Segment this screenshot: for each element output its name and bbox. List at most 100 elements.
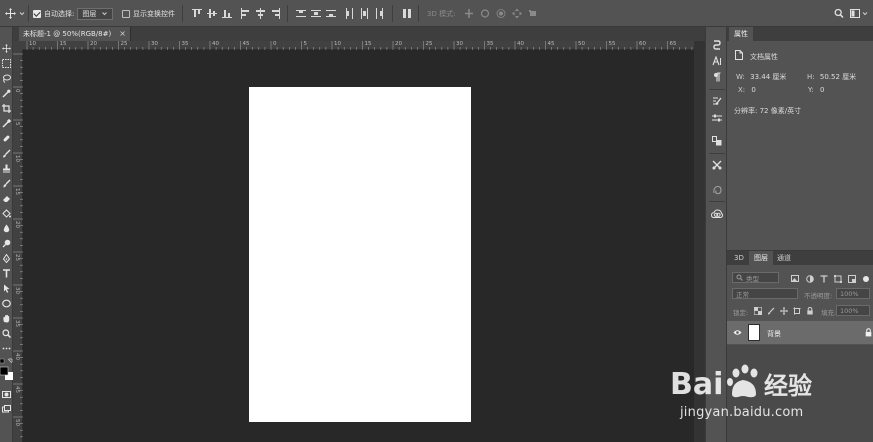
crop-tool-icon[interactable]	[1, 103, 12, 114]
align-horizontal-center-icon[interactable]	[255, 8, 265, 19]
marquee-tool-icon[interactable]	[1, 58, 12, 69]
brush-settings-icon[interactable]	[711, 95, 723, 107]
align-left-icon[interactable]	[240, 8, 250, 19]
layer-row[interactable]: 背景	[727, 321, 873, 344]
align-right-icon[interactable]	[270, 8, 280, 19]
auto-align-layers-icon[interactable]	[402, 8, 412, 19]
show-transform-checkbox[interactable]	[122, 9, 130, 18]
show-transform-option[interactable]: 显示变换控件	[122, 7, 175, 20]
workspace-icon[interactable]	[850, 8, 860, 19]
close-icon[interactable]: ×	[119, 29, 126, 38]
chevron-down-icon[interactable]	[19, 8, 25, 19]
distribute-left-icon[interactable]	[344, 8, 354, 19]
fill-input[interactable]: 100%	[836, 305, 870, 316]
distribute-right-icon[interactable]	[374, 8, 384, 19]
healing-brush-tool-icon[interactable]	[1, 133, 12, 144]
history-panel-icon[interactable]	[711, 39, 723, 51]
ruler-label: 15	[364, 41, 372, 47]
brush-tool-icon[interactable]	[1, 148, 12, 159]
adjustment-filter-icon[interactable]	[805, 274, 814, 283]
tab-layers[interactable]: 图层	[749, 251, 773, 265]
fill-value: 100%	[840, 306, 859, 315]
screen-mode-icon[interactable]	[1, 404, 12, 415]
type-filter-icon[interactable]	[819, 274, 828, 283]
eyedropper-tool-icon[interactable]	[1, 118, 12, 129]
tab-properties[interactable]: 属性	[729, 27, 753, 41]
paragraph-panel-icon[interactable]	[711, 71, 723, 83]
height-value[interactable]: 50.52 厘米	[820, 73, 856, 81]
align-top-icon[interactable]	[192, 8, 202, 19]
ruler-label: 50	[578, 41, 585, 47]
x-row[interactable]: X: 0	[738, 86, 756, 94]
lock-artboard-icon[interactable]	[792, 306, 801, 315]
distribute-bottom-icon[interactable]	[326, 8, 336, 19]
pen-tool-icon[interactable]	[1, 253, 12, 264]
ruler-corner[interactable]	[13, 41, 23, 50]
opacity-input[interactable]: 100%	[836, 288, 870, 299]
y-value[interactable]: 0	[820, 86, 824, 94]
search-icon[interactable]	[834, 8, 844, 19]
document-canvas[interactable]	[249, 87, 471, 422]
dodge-tool-icon[interactable]	[1, 238, 12, 249]
width-value[interactable]: 33.44 厘米	[750, 73, 786, 81]
vertical-ruler[interactable]: 0510152025303540455055	[13, 50, 23, 442]
type-tool-icon[interactable]	[1, 268, 12, 279]
move-tool-icon[interactable]	[5, 8, 16, 19]
ruler-label: 10	[334, 41, 341, 47]
libraries-panel-icon[interactable]	[711, 184, 723, 196]
paw-icon	[727, 364, 758, 398]
blur-tool-icon[interactable]	[1, 223, 12, 234]
distribute-vertical-center-icon[interactable]	[311, 8, 321, 19]
smart-object-filter-icon[interactable]	[847, 274, 856, 283]
auto-select-checkbox[interactable]	[33, 9, 41, 18]
distribute-horizontal-center-icon[interactable]	[359, 8, 369, 19]
shape-filter-icon[interactable]	[833, 274, 842, 283]
ruler-label: 25	[425, 41, 433, 47]
auto-select-target-select[interactable]: 图层	[77, 7, 114, 20]
history-brush-tool-icon[interactable]	[1, 178, 12, 189]
tab-3d[interactable]: 3D	[729, 251, 749, 265]
clone-source-panel-icon[interactable]	[711, 135, 723, 147]
creative-cloud-icon[interactable]	[711, 208, 723, 220]
quick-mask-icon[interactable]	[1, 389, 12, 400]
layer-filter-select[interactable]: 类型	[732, 272, 779, 283]
tools-presets-icon[interactable]	[711, 159, 723, 171]
move-tool-icon[interactable]	[1, 43, 12, 54]
character-panel-icon[interactable]	[711, 55, 723, 67]
lock-pixels-icon[interactable]	[766, 306, 775, 315]
lock-all-icon[interactable]	[805, 306, 814, 315]
filter-toggle-icon[interactable]	[861, 274, 870, 283]
lock-transparency-icon[interactable]	[753, 306, 762, 315]
align-bottom-icon[interactable]	[222, 8, 232, 19]
height-row[interactable]: H: 50.52 厘米	[807, 72, 856, 82]
eraser-tool-icon[interactable]	[1, 193, 12, 204]
document-tab[interactable]: 未标题-1 @ 50%(RGB/8#) ×	[19, 27, 131, 41]
zoom-tool-icon[interactable]	[1, 328, 12, 339]
lock-icon[interactable]	[865, 328, 872, 337]
layer-name[interactable]: 背景	[767, 329, 781, 339]
path-selection-tool-icon[interactable]	[1, 283, 12, 294]
eye-icon[interactable]	[733, 329, 742, 336]
blend-mode-select[interactable]: 正常	[732, 288, 798, 299]
layer-thumbnail[interactable]	[748, 324, 760, 341]
image-filter-icon[interactable]	[790, 274, 799, 283]
auto-select-option[interactable]: 自动选择: 图层	[33, 7, 114, 20]
chevron-down-icon[interactable]	[862, 8, 868, 19]
x-value[interactable]: 0	[751, 86, 755, 94]
more-tools-icon[interactable]	[1, 343, 12, 354]
tab-channels[interactable]: 通道	[772, 251, 796, 265]
lock-position-icon[interactable]	[779, 306, 788, 315]
horizontal-ruler[interactable]: 10 15 20 25 30 35 40 45 0 5 10 15 20 25 30 35 40 45 50 55 60…	[23, 41, 694, 50]
adjustments-panel-icon[interactable]	[711, 112, 723, 124]
y-row[interactable]: Y: 0	[808, 86, 824, 94]
quick-select-tool-icon[interactable]	[1, 88, 12, 99]
width-row[interactable]: W: 33.44 厘米	[736, 72, 786, 82]
align-vertical-center-icon[interactable]	[207, 8, 217, 19]
paint-bucket-tool-icon[interactable]	[1, 208, 12, 219]
hand-tool-icon[interactable]	[1, 313, 12, 324]
clone-stamp-tool-icon[interactable]	[1, 163, 12, 174]
rectangle-tool-icon[interactable]	[1, 298, 12, 309]
color-swatches[interactable]	[0, 357, 13, 387]
distribute-top-icon[interactable]	[296, 8, 306, 19]
lasso-tool-icon[interactable]	[1, 73, 12, 84]
